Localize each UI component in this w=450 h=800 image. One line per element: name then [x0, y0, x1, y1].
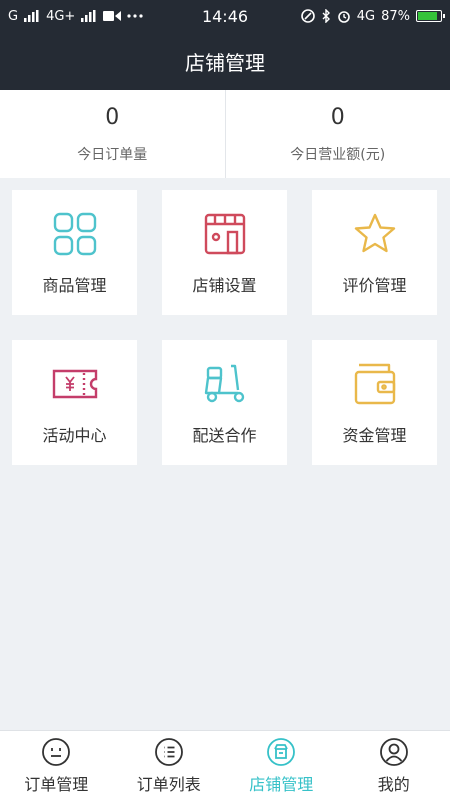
- page-title: 店铺管理: [185, 50, 265, 75]
- list-icon: [154, 737, 183, 766]
- status-right: 4G 87%: [300, 8, 445, 24]
- status-left: G 4G+: [8, 9, 143, 24]
- bottom-tab-bar: 订单管理 订单列表 店铺管理 我的: [0, 730, 450, 800]
- tab-store-management[interactable]: 店铺管理: [225, 731, 338, 800]
- stat-label: 今日订单量: [77, 146, 148, 163]
- tab-label: 我的: [377, 774, 410, 794]
- tab-order-management[interactable]: 订单管理: [0, 731, 113, 800]
- network-left-text: 4G+: [46, 8, 76, 24]
- stat-revenue-today[interactable]: 0 今日营业额(元): [224, 90, 450, 178]
- tab-label: 店铺管理: [249, 774, 314, 794]
- tab-label: 订单列表: [136, 774, 201, 794]
- menu-fund-management[interactable]: 资金管理: [312, 340, 437, 465]
- menu-store-settings[interactable]: 店铺设置: [162, 190, 287, 315]
- store-icon: [204, 213, 245, 254]
- battery-icon: [416, 10, 445, 22]
- signal-icon: [24, 10, 39, 22]
- carrier-text: G: [8, 8, 19, 24]
- more-icon: [127, 14, 143, 18]
- video-icon: [103, 11, 122, 21]
- menu-label: 店铺设置: [192, 275, 257, 295]
- status-bar: G 4G+ 14:46 4G 87%: [0, 0, 450, 32]
- battery-text: 87%: [381, 8, 410, 24]
- order-face-icon: [42, 737, 71, 766]
- nfc-icon: [300, 9, 315, 23]
- tab-mine[interactable]: 我的: [338, 731, 450, 800]
- stat-label: 今日营业额(元): [290, 146, 386, 163]
- menu-label: 评价管理: [342, 275, 407, 295]
- profile-icon: [379, 737, 408, 766]
- stats-panel: 0 今日订单量 0 今日营业额(元): [0, 90, 450, 178]
- shop-icon: [267, 737, 296, 766]
- stat-value: 0: [330, 104, 345, 130]
- menu-label: 配送合作: [192, 425, 257, 445]
- network-right-text: 4G: [356, 8, 376, 24]
- stat-value: 0: [105, 104, 120, 130]
- tab-label: 订单管理: [24, 774, 89, 794]
- page-header: 店铺管理: [0, 32, 450, 90]
- menu-label: 资金管理: [342, 425, 407, 445]
- tab-order-list[interactable]: 订单列表: [113, 731, 226, 800]
- menu-goods-management[interactable]: 商品管理: [12, 190, 137, 315]
- menu-activity-center[interactable]: 活动中心: [12, 340, 137, 465]
- bluetooth-icon: [322, 9, 330, 23]
- delivery-scooter-icon: [204, 364, 244, 402]
- menu-review-management[interactable]: 评价管理: [312, 190, 437, 315]
- stat-orders-today[interactable]: 0 今日订单量: [0, 90, 225, 178]
- star-icon: [354, 213, 395, 252]
- wallet-icon: [354, 363, 395, 404]
- menu-label: 商品管理: [42, 275, 107, 295]
- goods-grid-icon: [53, 212, 96, 255]
- signal-icon: [81, 10, 96, 22]
- menu-delivery-cooperation[interactable]: 配送合作: [162, 340, 287, 465]
- coupon-icon: [52, 369, 97, 398]
- menu-grid: 商品管理 店铺设置 评价管理 活动中心 配送合作 资金管理: [12, 190, 438, 465]
- alarm-icon: [337, 11, 350, 23]
- menu-label: 活动中心: [42, 425, 107, 445]
